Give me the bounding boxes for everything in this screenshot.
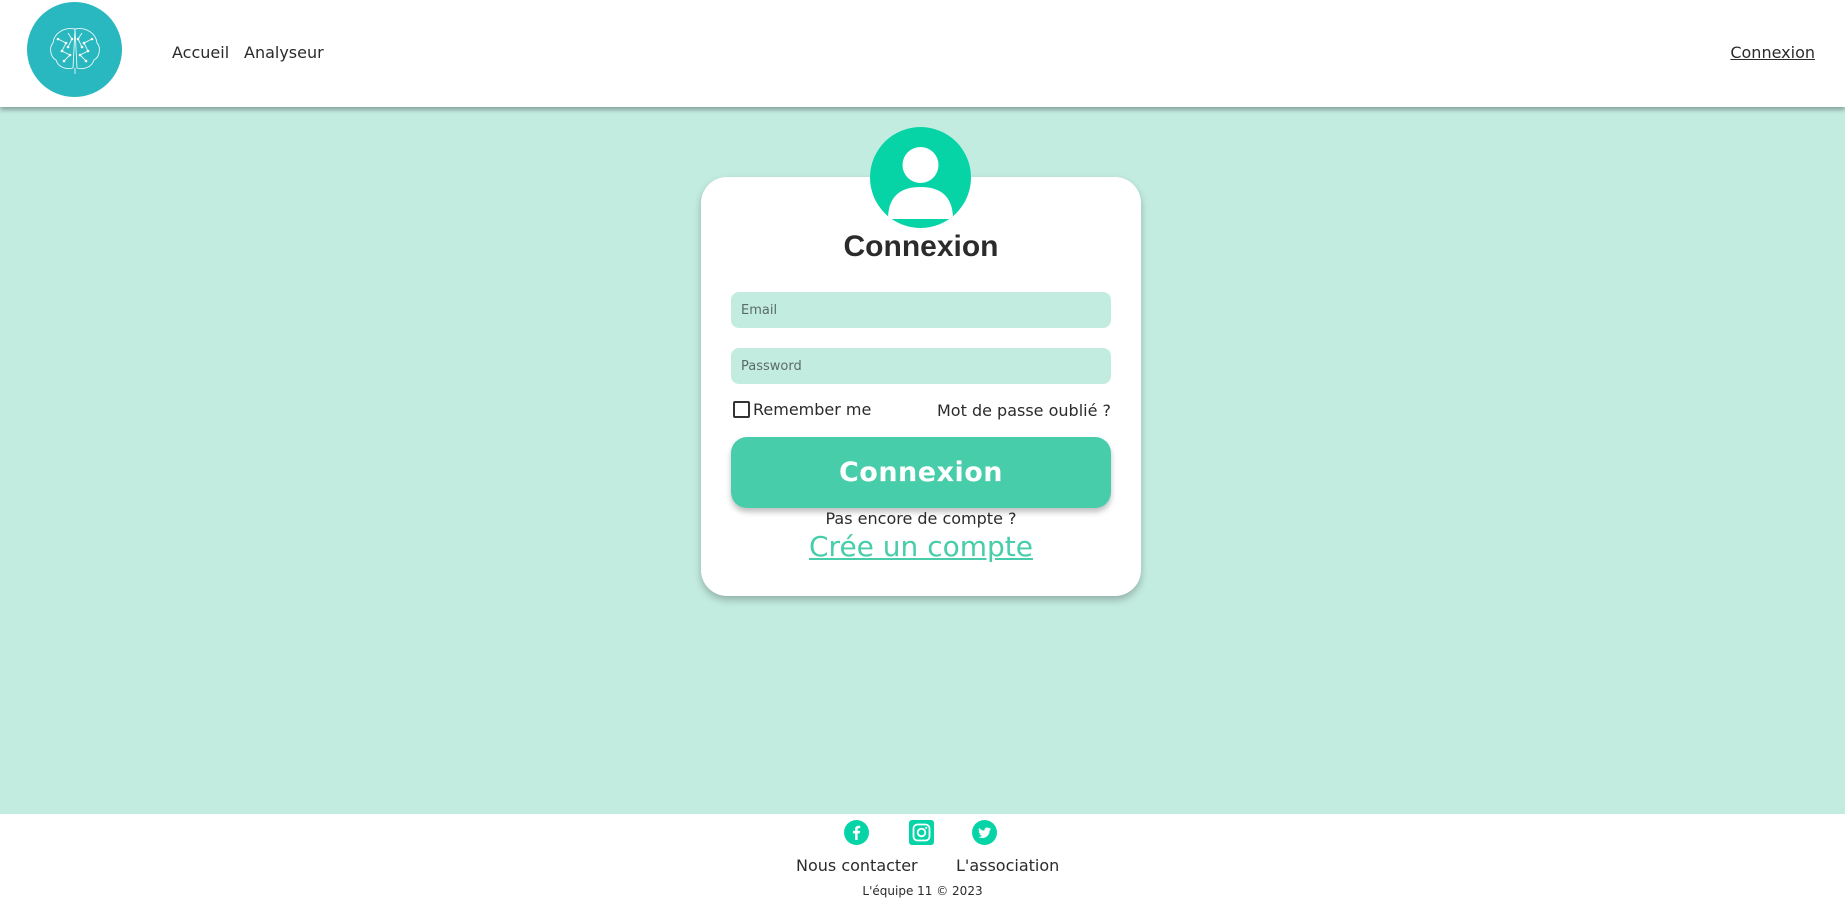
- instagram-icon: [909, 820, 934, 845]
- copyright: L'équipe 11 © 2023: [862, 884, 983, 898]
- twitter-link[interactable]: [972, 820, 997, 845]
- email-field[interactable]: [731, 292, 1111, 328]
- avatar: [870, 127, 971, 228]
- facebook-link[interactable]: [844, 820, 869, 845]
- header-login-link[interactable]: Connexion: [1730, 43, 1815, 62]
- login-title: Connexion: [843, 230, 999, 263]
- login-card: Connexion Remember me Mot de passe oubli…: [701, 177, 1141, 596]
- no-account-text: Pas encore de compte ?: [825, 509, 1017, 528]
- footer: Nous contacter L'association L'équipe 11…: [0, 814, 1845, 906]
- top-navbar: Accueil Analyseur Connexion: [0, 0, 1845, 107]
- forgot-password-link[interactable]: Mot de passe oublié ?: [937, 401, 1111, 420]
- nav-accueil[interactable]: Accueil: [172, 43, 229, 62]
- twitter-icon: [972, 820, 997, 845]
- login-submit-button[interactable]: Connexion: [731, 437, 1111, 508]
- user-icon: [888, 147, 953, 219]
- association-link[interactable]: L'association: [956, 856, 1059, 875]
- nav-analyseur[interactable]: Analyseur: [244, 43, 324, 62]
- contact-link[interactable]: Nous contacter: [796, 856, 918, 875]
- logo[interactable]: [27, 2, 122, 97]
- brain-icon: [49, 27, 100, 74]
- instagram-link[interactable]: [909, 820, 934, 845]
- create-account-wrapper: Crée un compte: [701, 530, 1141, 563]
- facebook-icon: [844, 820, 869, 845]
- create-account-link[interactable]: Crée un compte: [809, 530, 1033, 563]
- remember-me[interactable]: Remember me: [733, 400, 871, 419]
- remember-label: Remember me: [753, 400, 872, 419]
- password-field[interactable]: [731, 348, 1111, 384]
- remember-checkbox[interactable]: [733, 401, 750, 418]
